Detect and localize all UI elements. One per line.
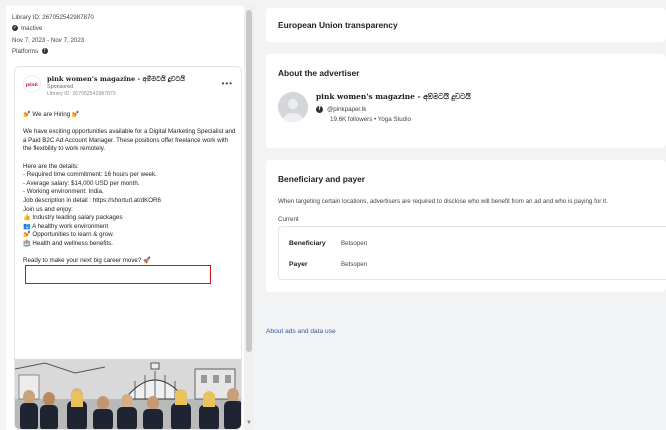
detail-line: - Required time commitment: 16 hours per… <box>23 171 157 179</box>
beneficiary-label: Beneficiary <box>289 240 326 247</box>
platforms-row: Platforms f <box>12 48 51 55</box>
scrollbar-thumb[interactable] <box>246 10 252 352</box>
ad-body-text: 💅 We are Hiring 💅 We have exciting oppor… <box>23 111 237 266</box>
status-row: ✓ Inactive <box>12 25 42 32</box>
beneficiary-value: Betsopen <box>341 240 368 247</box>
payer-label: Payer <box>289 261 308 268</box>
beneficiary-payer-card: Beneficiary and payer When targeting cer… <box>266 160 666 292</box>
highlight-annotation-box <box>25 265 211 284</box>
page-logo: pink <box>23 75 41 93</box>
date-range: Nov 7, 2023 - Nov 7, 2023 <box>12 37 85 44</box>
eu-transparency-title: European Union transparency <box>278 20 398 30</box>
detail-line: - Average salary: $14,000 USD per month. <box>23 179 140 187</box>
avatar-placeholder-icon <box>278 92 308 122</box>
payer-value: Betsopen <box>341 261 368 268</box>
scroll-down-arrow-icon[interactable]: ▼ <box>246 420 252 426</box>
about-advertiser-card: About the advertiser pink women's magazi… <box>266 54 666 148</box>
perk-line: 👍 Industry leading salary packages <box>23 214 123 222</box>
payer-row: Payer Betsopen <box>289 261 367 268</box>
beneficiary-row: Beneficiary Betsopen <box>289 240 367 247</box>
status-icon: ✓ <box>12 25 18 32</box>
more-options-icon[interactable]: ••• <box>222 79 233 88</box>
status-text: Inactive <box>21 25 43 32</box>
facebook-icon: f <box>41 48 48 55</box>
details-heading: Here are the details: <box>23 162 79 170</box>
intro-paragraph: We have exciting opportunities available… <box>23 128 236 153</box>
advertiser-handle-row: f @pinkpaper.lk <box>316 106 366 113</box>
beneficiary-description: When targeting certain locations, advert… <box>278 198 608 205</box>
about-ads-link[interactable]: About ads and data use <box>266 328 336 335</box>
advertiser-name[interactable]: pink women's magazine - අම්මටයි දුවටයි <box>316 92 471 102</box>
ad-image-graphic <box>15 359 241 429</box>
ad-preview-panel: Library ID: 267052542987870 ✓ Inactive No… <box>6 6 244 430</box>
current-label: Current <box>278 216 299 223</box>
perk-line: 🏥 Health and wellness benefits. <box>23 239 113 247</box>
perk-line: 💅 Opportunities to learn & grow. <box>23 231 114 239</box>
about-advertiser-title: About the advertiser <box>278 68 360 78</box>
facebook-icon: f <box>316 106 323 113</box>
detail-line: - Working environment: India. <box>23 188 104 196</box>
ad-library-id: Library ID: 267052542987870 <box>47 91 116 97</box>
sponsored-label: Sponsored <box>47 84 74 90</box>
eu-transparency-card[interactable]: European Union transparency <box>266 8 666 42</box>
beneficiary-payer-title: Beneficiary and payer <box>278 174 366 184</box>
advertiser-stats: 19.6K followers • Yoga Studio <box>330 116 411 123</box>
ad-creative-card: pink pink women's magazine - අම්මටයි දුව… <box>14 66 242 430</box>
hiring-line: 💅 We are Hiring 💅 <box>23 111 80 118</box>
platforms-label: Platforms <box>12 48 39 55</box>
left-panel-scrollbar[interactable]: ▼ <box>244 6 254 430</box>
join-line: Join us and enjoy: <box>23 205 73 213</box>
beneficiary-payer-table: Beneficiary Betsopen Payer Betsopen <box>278 226 666 280</box>
ad-page-name[interactable]: pink women's magazine - අම්මටයි දුවටයි <box>47 75 185 84</box>
ad-image <box>15 359 241 429</box>
advertiser-avatar[interactable] <box>278 92 308 122</box>
job-description-link[interactable]: Job description in detail : https://shor… <box>23 197 237 206</box>
advertiser-handle[interactable]: @pinkpaper.lk <box>327 106 366 113</box>
library-id: Library ID: 267052542987870 <box>12 14 94 21</box>
